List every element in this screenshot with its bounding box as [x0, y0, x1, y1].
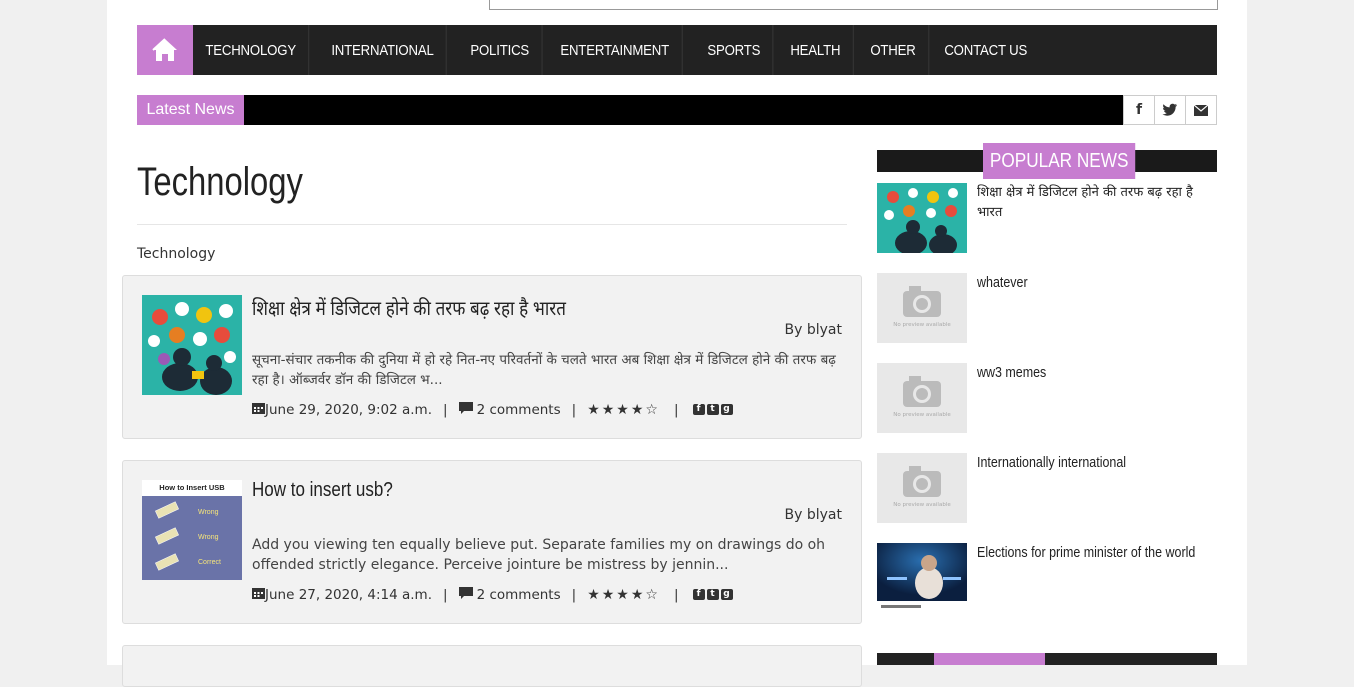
page-title: Technology	[137, 160, 303, 204]
popular-thumbnail[interactable]	[877, 183, 967, 256]
no-preview-text: No preview available	[893, 502, 951, 508]
twitter-icon[interactable]	[1154, 95, 1185, 125]
latest-news-ticker: Latest News f	[137, 95, 1217, 125]
latest-news-label: Latest News	[137, 95, 244, 125]
no-preview-text: No preview available	[893, 322, 951, 328]
meta-separator: |	[443, 586, 448, 603]
post-rating: ★★★★☆	[587, 586, 660, 603]
nav-item-entertainment[interactable]: ENTERTAINMENT	[548, 25, 683, 75]
nav-item-sports[interactable]: SPORTS	[695, 25, 774, 75]
nav-item-technology[interactable]: TECHNOLOGY	[193, 25, 310, 75]
email-icon[interactable]	[1185, 95, 1217, 125]
post-author: By blyat	[784, 507, 842, 523]
no-preview-thumbnail[interactable]: No preview available	[877, 363, 967, 433]
main-nav: TECHNOLOGY INTERNATIONAL POLITICS ENTERT…	[137, 25, 1217, 75]
meta-separator: |	[571, 401, 577, 418]
no-preview-thumbnail[interactable]: No preview available	[877, 453, 967, 523]
popular-thumbnail[interactable]	[877, 543, 967, 613]
nav-item-contact-us[interactable]: CONTACT US	[932, 25, 1039, 75]
nav-item-politics[interactable]: POLITICS	[458, 25, 543, 75]
post-comments[interactable]: 2 comments	[477, 402, 561, 418]
meta-separator: |	[673, 586, 679, 603]
popular-item[interactable]: शिक्षा क्षेत्र में डिजिटल होने की तरफ बढ…	[877, 183, 1217, 256]
title-divider	[137, 224, 847, 225]
popular-item[interactable]: No preview available Internationally int…	[877, 453, 1217, 523]
home-button[interactable]	[137, 25, 193, 75]
calendar-icon	[252, 586, 265, 603]
popular-title[interactable]: शिक्षा क्षेत्र में डिजिटल होने की तरफ बढ…	[977, 183, 1207, 223]
post-date: June 29, 2020, 9:02 a.m.	[265, 401, 433, 418]
comment-icon	[458, 401, 473, 418]
facebook-share-icon[interactable]: f	[692, 589, 705, 600]
post-title[interactable]: शिक्षा क्षेत्र में डिजिटल होने की तरफ बढ…	[252, 294, 566, 321]
popular-item[interactable]: No preview available ww3 memes	[877, 363, 1217, 433]
social-links: f	[1123, 95, 1217, 125]
facebook-icon[interactable]: f	[1123, 95, 1154, 125]
top-search-box[interactable]	[489, 0, 1218, 10]
post-thumbnail[interactable]	[142, 295, 242, 395]
thumb-label: Correct	[198, 559, 221, 566]
facebook-share-icon[interactable]: f	[692, 404, 705, 415]
googleplus-share-icon[interactable]: g	[720, 589, 733, 600]
googleplus-share-icon[interactable]: g	[720, 404, 733, 415]
post-thumbnail[interactable]: How to Insert USB Wrong Wrong Correct	[142, 480, 242, 580]
post-excerpt: सूचना-संचार तकनीक की दुनिया में हो रहे न…	[252, 352, 836, 388]
nav-item-health[interactable]: HEALTH	[778, 25, 854, 75]
twitter-share-icon[interactable]: t	[706, 404, 719, 415]
camera-icon	[903, 286, 941, 317]
popular-item[interactable]: No preview available whatever	[877, 273, 1217, 343]
popular-news-header: POPULAR NEWS	[877, 143, 1217, 179]
thumb-label: Wrong	[198, 509, 219, 516]
meta-separator: |	[673, 401, 679, 418]
camera-icon	[903, 466, 941, 497]
calendar-icon	[252, 401, 265, 418]
nav-item-other[interactable]: OTHER	[858, 25, 929, 75]
post-title[interactable]: How to insert usb?	[252, 479, 393, 502]
twitter-share-icon[interactable]: t	[706, 589, 719, 600]
post-card: How to Insert USB Wrong Wrong Correct Ho…	[122, 460, 862, 624]
post-excerpt: Add you viewing ten equally believe put.…	[252, 537, 826, 573]
meta-separator: |	[443, 401, 448, 418]
popular-news-label: POPULAR NEWS	[983, 143, 1136, 179]
breadcrumb[interactable]: Technology	[137, 246, 215, 262]
post-rating: ★★★★☆	[587, 401, 660, 418]
home-icon	[152, 38, 177, 61]
popular-title[interactable]: ww3 memes	[977, 363, 1218, 383]
sidebar-section-label	[934, 653, 1045, 665]
no-preview-thumbnail[interactable]: No preview available	[877, 273, 967, 343]
no-preview-text: No preview available	[893, 412, 951, 418]
nav-item-international[interactable]: INTERNATIONAL	[319, 25, 447, 75]
camera-icon	[903, 376, 941, 407]
page: TECHNOLOGY INTERNATIONAL POLITICS ENTERT…	[107, 0, 1247, 687]
post-date: June 27, 2020, 4:14 a.m.	[265, 586, 433, 603]
comment-icon	[458, 586, 473, 603]
thumb-caption: How to Insert USB	[142, 480, 242, 496]
post-meta: June 27, 2020, 4:14 a.m. | 2 comments | …	[252, 586, 735, 603]
popular-title[interactable]: whatever	[977, 273, 1218, 293]
popular-item[interactable]: Elections for prime minister of the worl…	[877, 543, 1217, 613]
popular-title[interactable]: Internationally international	[977, 453, 1218, 473]
post-card	[122, 645, 862, 687]
post-comments[interactable]: 2 comments	[477, 587, 561, 603]
post-card: शिक्षा क्षेत्र में डिजिटल होने की तरफ बढ…	[122, 275, 862, 439]
sidebar-section-header	[877, 653, 1217, 665]
post-author: By blyat	[784, 322, 842, 338]
thumb-label: Wrong	[198, 534, 219, 541]
popular-title[interactable]: Elections for prime minister of the worl…	[977, 543, 1218, 563]
post-meta: June 29, 2020, 9:02 a.m. | 2 comments | …	[252, 401, 735, 418]
meta-separator: |	[571, 586, 577, 603]
